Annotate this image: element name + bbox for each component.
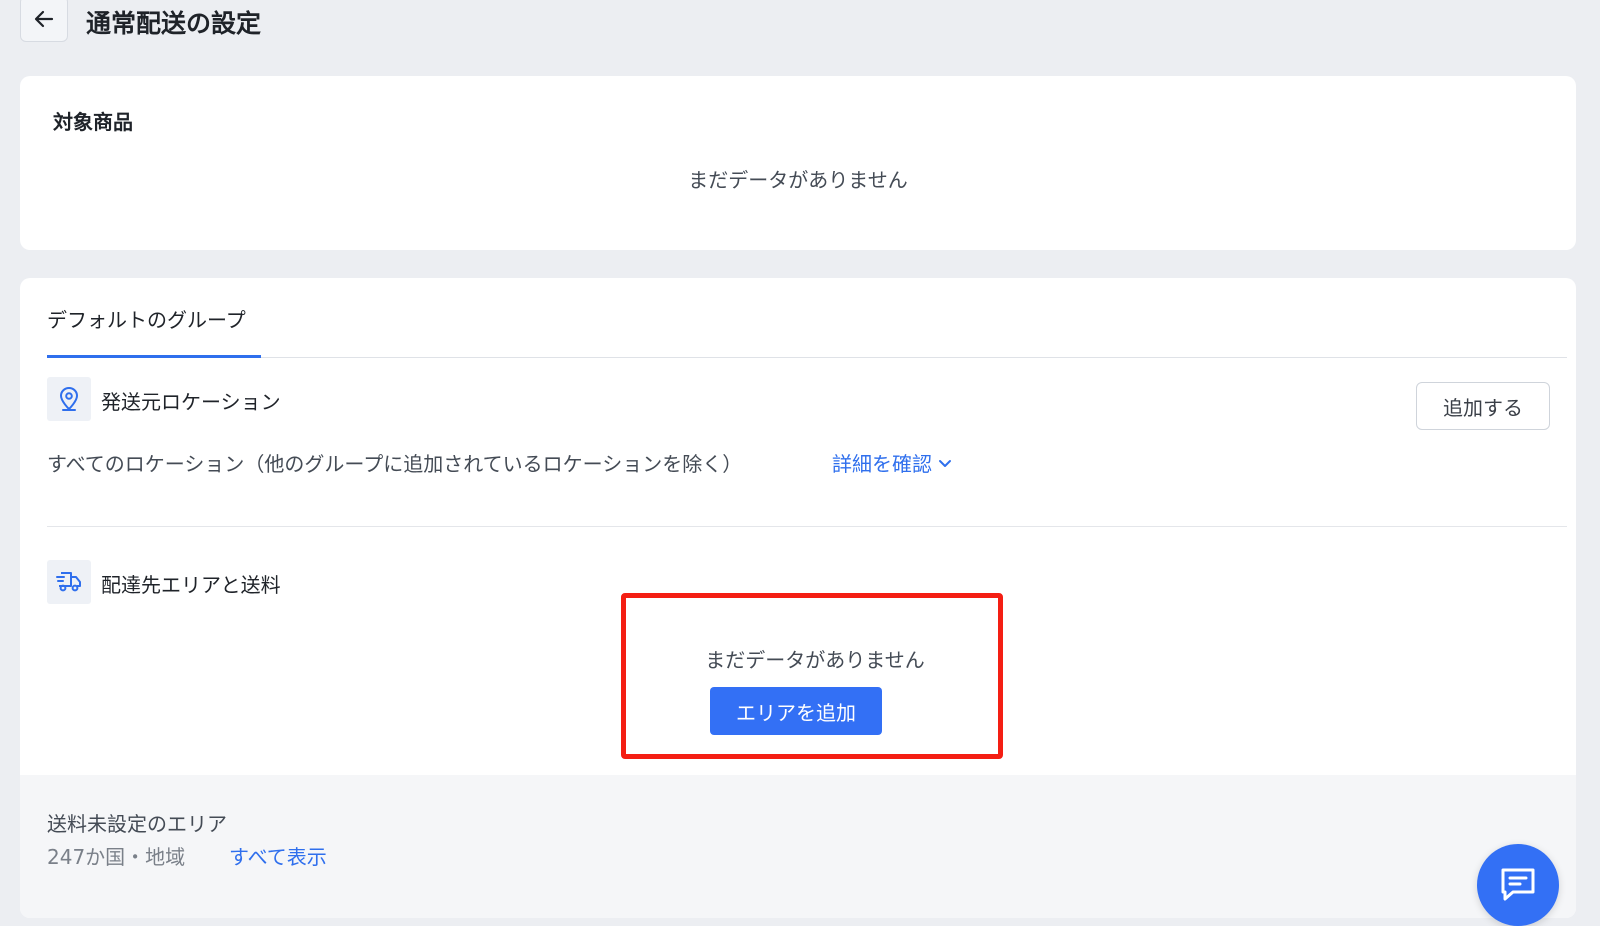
- view-details-link[interactable]: 詳細を確認: [832, 448, 952, 477]
- view-details-label: 詳細を確認: [832, 452, 932, 476]
- arrow-left-icon: [34, 10, 54, 28]
- origin-icon-box: [47, 377, 91, 421]
- add-location-button[interactable]: 追加する: [1416, 382, 1550, 430]
- delivery-truck-icon: [56, 572, 81, 592]
- show-all-link[interactable]: すべて表示: [229, 841, 327, 870]
- highlight-annotation-box: [621, 593, 1003, 759]
- active-tab-indicator: [47, 355, 261, 358]
- tab-default-group[interactable]: デフォルトのグループ: [47, 304, 246, 333]
- destination-area-title: 配達先エリアと送料: [101, 573, 281, 597]
- origin-location-title: 発送元ロケーション: [101, 390, 281, 414]
- location-pin-icon: [59, 386, 79, 411]
- section-divider: [47, 526, 1567, 527]
- default-group-card: デフォルトのグループ 発送元ロケーション 追加する すべてのロケーション（他のグ…: [20, 278, 1576, 918]
- back-button[interactable]: [20, 0, 68, 42]
- destination-icon-box: [47, 560, 91, 604]
- chat-button[interactable]: [1477, 844, 1559, 926]
- chat-icon: [1501, 868, 1535, 901]
- page-title: 通常配送の設定: [86, 9, 262, 38]
- chevron-down-icon: [939, 459, 951, 467]
- target-products-label: 対象商品: [53, 110, 133, 134]
- unset-areas-title: 送料未設定のエリア: [47, 812, 227, 836]
- unset-areas-count: 247か国・地域: [47, 845, 186, 869]
- origin-location-description: すべてのロケーション（他のグループに追加されているロケーションを除く）: [47, 452, 743, 476]
- target-products-empty-text: まだデータがありません: [688, 168, 908, 192]
- tab-divider: [47, 357, 1567, 358]
- target-products-card: 対象商品 まだデータがありません: [20, 76, 1576, 250]
